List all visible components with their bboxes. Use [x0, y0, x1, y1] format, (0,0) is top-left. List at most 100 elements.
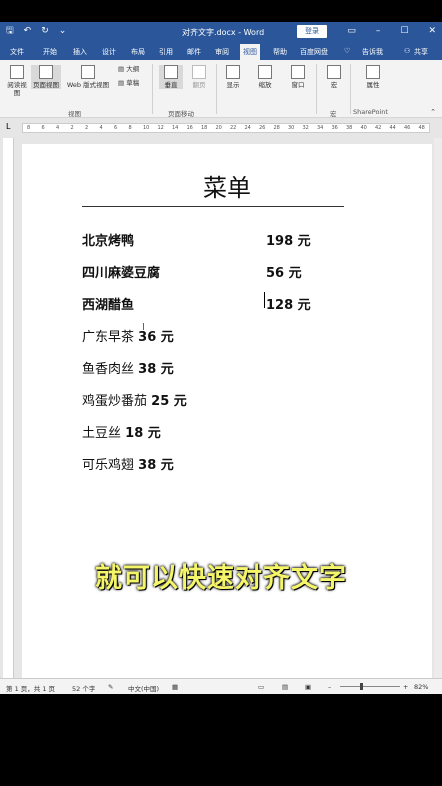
video-caption: 就可以快速对齐文字	[95, 563, 347, 594]
zoom-slider[interactable]	[340, 686, 400, 687]
tab-home[interactable]: 开始	[43, 47, 57, 57]
show-button[interactable]: 显示	[221, 65, 245, 89]
draft-icon: ▤	[118, 79, 125, 87]
tab-baidu-netdisk[interactable]: 百度网盘	[300, 47, 328, 57]
ruler-tick-label: 2	[70, 125, 74, 131]
draft-label: 草稿	[126, 79, 140, 87]
properties-button[interactable]: 属性	[361, 65, 385, 89]
tab-review[interactable]: 审阅	[215, 47, 229, 57]
save-icon[interactable]: 🖫	[6, 26, 14, 36]
read-mode-label: 阅读视图	[7, 81, 27, 97]
ruler-tick-label: 6	[41, 125, 45, 131]
properties-icon	[366, 65, 380, 79]
menu-item-price: 128 元	[266, 298, 311, 313]
ribbon-display-icon[interactable]: ▭	[347, 26, 356, 36]
print-layout-label: 页面视图	[33, 81, 59, 89]
window-controls: ▭ – ☐ ✕	[347, 26, 436, 36]
zoom-level[interactable]: 82%	[414, 683, 428, 691]
tab-help[interactable]: 帮助	[273, 47, 287, 57]
maximize-icon[interactable]: ☐	[400, 26, 408, 36]
ruler-tick-label: 10	[143, 125, 150, 131]
zoom-button[interactable]: 缩放	[253, 65, 277, 89]
web-layout-button[interactable]: Web 版式视图	[63, 65, 113, 89]
focus-mode-icon[interactable]: ▭	[258, 683, 264, 691]
horizontal-ruler[interactable]: 8 6 4 2 2 4 6 8 10 12 14 16 18 20 22 24 26 28 30 32 34 36 38 40…	[22, 123, 430, 133]
menu-item-price: 38 元	[138, 362, 174, 377]
page-count[interactable]: 第 1 页，共 1 页	[6, 683, 55, 693]
read-mode-button[interactable]: 阅读视图	[5, 65, 29, 97]
accessibility-icon[interactable]: ▦	[172, 683, 178, 691]
collapse-ribbon-icon[interactable]: ⌃	[430, 108, 436, 116]
read-mode-status-icon[interactable]: ▤	[282, 683, 288, 691]
outline-button[interactable]: ▤ 大纲	[118, 65, 139, 73]
tab-selector-icon[interactable]: L	[6, 122, 10, 131]
close-icon[interactable]: ✕	[428, 26, 436, 36]
ruler-tick-label: 20	[215, 125, 222, 131]
menu-item: 鸡蛋炒番茄 25 元	[82, 390, 187, 409]
outline-label: 大纲	[126, 65, 140, 73]
group-macros-label: 宏	[330, 110, 337, 118]
ibeam-cursor-icon: I	[142, 322, 145, 333]
print-layout-button[interactable]: 页面视图	[31, 65, 61, 89]
vertical-icon	[164, 65, 178, 79]
vertical-button[interactable]: 垂直	[159, 65, 183, 89]
undo-icon[interactable]: ↶	[24, 26, 32, 36]
word-count[interactable]: 52 个字	[72, 683, 95, 693]
customize-qat-icon[interactable]: ⌄	[59, 26, 67, 36]
ruler-tick-label: 2	[85, 125, 89, 131]
menu-item-name: 鱼香肉丝	[82, 362, 135, 377]
tab-tell-me[interactable]: 告诉我	[362, 47, 383, 57]
ribbon: 阅读视图 页面视图 Web 版式视图 ▤ 大纲 ▤ 草稿 视图 垂直 翻页 页面…	[0, 60, 442, 118]
tab-share[interactable]: 共享	[414, 47, 428, 57]
language[interactable]: 中文(中国)	[128, 683, 159, 693]
menu-item-name: 四川麻婆豆腐	[82, 266, 161, 281]
login-button[interactable]: 登录	[297, 25, 327, 38]
vertical-ruler[interactable]	[3, 138, 14, 678]
ruler-tick-label: 8	[128, 125, 132, 131]
draft-button[interactable]: ▤ 草稿	[118, 79, 139, 87]
tab-layout[interactable]: 布局	[131, 47, 145, 57]
ruler-tick-label: 24	[244, 125, 251, 131]
ruler-tick-label: 28	[273, 125, 280, 131]
ruler-tick-label: 8	[27, 125, 31, 131]
vertical-scrollbar[interactable]	[434, 138, 442, 678]
menu-item-price: 38 元	[138, 458, 174, 473]
menu-item-price: 25 元	[151, 394, 187, 409]
tab-design[interactable]: 设计	[102, 47, 116, 57]
tab-references[interactable]: 引用	[159, 47, 173, 57]
tab-view[interactable]: 视图	[240, 44, 260, 60]
zoom-out-icon[interactable]: –	[328, 683, 331, 691]
tab-file[interactable]: 文件	[10, 47, 24, 57]
ruler-tick-label: 14	[172, 125, 179, 131]
menu-item-price: 18 元	[125, 426, 161, 441]
show-label: 显示	[226, 81, 240, 89]
tab-insert[interactable]: 插入	[73, 47, 87, 57]
proofing-icon[interactable]: ✎	[108, 683, 113, 691]
redo-icon[interactable]: ↻	[41, 26, 49, 36]
zoom-in-icon[interactable]: +	[403, 683, 408, 691]
text-caret	[264, 292, 265, 308]
window-icon	[291, 65, 305, 79]
print-layout-status-icon[interactable]: ▣	[305, 683, 311, 691]
menu-item-name: 西湖醋鱼	[82, 298, 135, 313]
macros-button[interactable]: 宏	[322, 65, 346, 89]
tell-me-icon[interactable]: ♡	[344, 47, 350, 55]
tab-mailings[interactable]: 邮件	[187, 47, 201, 57]
zoom-slider-knob[interactable]	[360, 683, 363, 690]
document-page[interactable]: 菜单 北京烤鸭 198 元 四川麻婆豆腐 56 元 西湖醋鱼 128 元 广东早…	[22, 144, 432, 684]
menu-item-name: 鸡蛋炒番茄	[82, 394, 148, 409]
window-button[interactable]: 窗口	[286, 65, 310, 89]
share-icon[interactable]: ⚇	[404, 47, 410, 55]
minimize-icon[interactable]: –	[376, 26, 381, 36]
properties-label: 属性	[366, 81, 380, 89]
side-to-side-label: 翻页	[192, 81, 206, 89]
menu-item-name: 土豆丝	[82, 426, 122, 441]
ruler-tick-label: 4	[99, 125, 103, 131]
ruler-tick-label: 6	[114, 125, 118, 131]
ruler-tick-label: 16	[186, 125, 193, 131]
menu-item-price: 56 元	[266, 266, 302, 281]
side-to-side-button[interactable]: 翻页	[187, 65, 211, 89]
separator	[316, 64, 317, 114]
separator	[216, 64, 217, 114]
group-sharepoint-label: SharePoint	[353, 108, 388, 116]
